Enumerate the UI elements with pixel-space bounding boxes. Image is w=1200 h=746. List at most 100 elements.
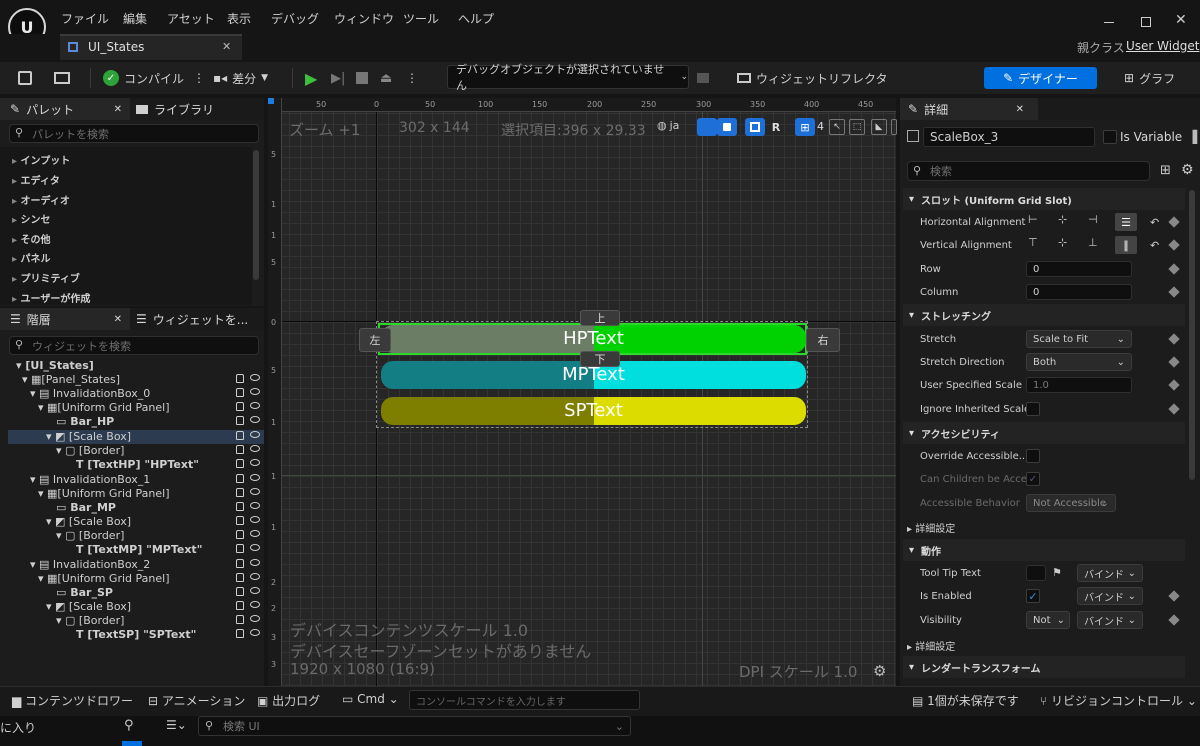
debug-browse-button[interactable] — [697, 66, 709, 90]
animation-button[interactable]: ⊟ アニメーション — [148, 692, 245, 709]
compile-button[interactable]: ✓ コンパイル ⋮ — [103, 66, 205, 90]
lock-icon[interactable] — [236, 573, 244, 582]
is-enabled-checkbox[interactable]: ✓ — [1026, 589, 1040, 603]
advanced-section-toggle[interactable]: ▸ 詳細設定 — [907, 638, 955, 653]
anchor-right-button[interactable]: 右 — [806, 328, 840, 352]
eye-icon[interactable] — [250, 474, 260, 481]
v-align-fill-button[interactable]: ∥ — [1115, 236, 1137, 254]
tree-item[interactable]: ▾ ◩ [Scale Box] — [8, 515, 264, 529]
v-align-bottom-button[interactable]: ⊥ — [1088, 236, 1110, 254]
console-input[interactable]: コンソールコマンドを入力します — [409, 690, 640, 710]
eye-icon[interactable] — [250, 416, 260, 423]
eye-icon[interactable] — [250, 587, 260, 594]
tree-item[interactable]: ▾ ◩ [Scale Box] — [8, 600, 264, 614]
table-view-icon[interactable]: ⊞ — [1160, 163, 1171, 178]
content-search-input[interactable]: ⚲ 検索 UI ⌄ — [198, 716, 631, 736]
lock-icon[interactable] — [236, 587, 244, 596]
tree-item[interactable]: ▭ Bar_HP — [8, 415, 264, 429]
lock-icon[interactable] — [236, 474, 244, 483]
lock-icon[interactable] — [236, 488, 244, 497]
tree-item[interactable]: ▾ ▢ [Border] — [8, 529, 264, 543]
eye-icon[interactable] — [250, 530, 260, 537]
stretch-direction-dropdown[interactable]: Both ⌄ — [1026, 353, 1132, 371]
ignore-scale-checkbox[interactable] — [1026, 402, 1040, 416]
lock-icon[interactable] — [236, 459, 244, 468]
hp-bar[interactable]: HPText — [381, 325, 806, 353]
step-button[interactable]: ▶| — [331, 66, 345, 90]
fill-screen-button[interactable]: ⬚ — [849, 119, 865, 135]
grid-snap-value[interactable]: 4 — [817, 120, 824, 133]
eye-icon[interactable] — [250, 502, 260, 509]
tooltip-input[interactable] — [1026, 565, 1046, 581]
eye-icon[interactable] — [250, 445, 260, 452]
anchor-bottom-button[interactable]: 下 — [580, 351, 620, 367]
menu-edit[interactable]: 編集 — [123, 10, 147, 27]
eye-icon[interactable] — [250, 601, 260, 608]
settings-gear-icon[interactable]: ⚙ — [1181, 162, 1194, 178]
eye-icon[interactable] — [250, 374, 260, 381]
eye-icon[interactable] — [250, 516, 260, 523]
lock-icon[interactable] — [236, 544, 244, 553]
tooltip-bind-dropdown[interactable]: バインド ⌄ — [1077, 564, 1143, 582]
tab-library[interactable]: ライブラリ — [136, 98, 214, 120]
graph-button[interactable]: ⊞ グラフ — [1124, 66, 1175, 90]
lock-icon[interactable] — [236, 416, 244, 425]
details-scrollbar[interactable] — [1189, 190, 1195, 480]
accessibility-section-header[interactable]: ▾ アクセシビリティ — [903, 422, 1185, 444]
respect-locks-button[interactable]: R — [768, 118, 784, 136]
reset-icon[interactable]: ↶ — [1150, 239, 1159, 252]
flag-icon[interactable]: ⚑ — [1052, 566, 1062, 579]
render-transform-section-header[interactable]: ▾ レンダートランスフォーム — [903, 656, 1185, 678]
lock-icon[interactable] — [236, 516, 244, 525]
tab-palette[interactable]: ✎ パレット ✕ — [0, 98, 130, 120]
slot-section-header[interactable]: ▾ スロット (Uniform Grid Slot) — [903, 188, 1185, 210]
tree-item[interactable]: ▾ ▢ [Border] — [8, 444, 264, 458]
compile-options-icon[interactable]: ⋮ — [193, 71, 205, 85]
lock-icon[interactable] — [236, 402, 244, 411]
dashed-outline-button[interactable] — [697, 118, 717, 136]
palette-category[interactable]: ▸ パネル — [12, 250, 51, 265]
lock-toggle-button[interactable] — [717, 118, 737, 136]
lock-icon[interactable] — [236, 502, 244, 511]
close-window-icon[interactable]: ✕ — [1175, 12, 1187, 28]
advanced-section-toggle[interactable]: ▸ 詳細設定 — [907, 520, 955, 535]
tree-item[interactable]: T [TextSP] "SPText" — [8, 628, 264, 642]
user-scale-input[interactable]: 1.0 — [1026, 377, 1132, 393]
visibility-dropdown[interactable]: Not ⌄ — [1026, 611, 1070, 629]
content-drawer-button[interactable]: ▆ コンテンツドロワー — [12, 692, 133, 709]
unsaved-assets-button[interactable]: ▤ 1個が未保存です — [912, 692, 1019, 709]
anchor-top-button[interactable]: 上 — [580, 310, 620, 326]
tree-item[interactable]: ▾ ▤ InvalidationBox_1 — [8, 473, 264, 487]
revision-control-button[interactable]: ⑂ リビジョンコントロール ⌄ — [1040, 692, 1197, 709]
lock-icon[interactable] — [236, 615, 244, 624]
maximize-icon[interactable] — [1141, 17, 1151, 27]
tree-item[interactable]: T [TextHP] "HPText" — [8, 458, 264, 472]
palette-category[interactable]: ▸ プリミティブ — [12, 270, 80, 285]
menu-asset[interactable]: アセット — [167, 10, 215, 27]
h-align-center-button[interactable]: ⊹ — [1058, 213, 1080, 231]
toolbar-more-button[interactable] — [891, 119, 897, 135]
tab-details[interactable]: ✎ 詳細 ✕ — [900, 98, 1038, 120]
tree-item[interactable]: ▾ ▢ [Border] — [8, 614, 264, 628]
close-tab-icon[interactable]: ✕ — [1016, 104, 1024, 115]
eye-icon[interactable] — [250, 559, 260, 566]
stretching-section-header[interactable]: ▾ ストレッチング — [903, 304, 1185, 326]
behavior-section-header[interactable]: ▾ 動作 — [903, 539, 1185, 561]
eye-icon[interactable] — [250, 402, 260, 409]
menu-help[interactable]: ヘルプ — [458, 10, 494, 27]
lock-icon[interactable] — [236, 601, 244, 610]
lock-icon[interactable] — [236, 530, 244, 539]
lock-icon[interactable] — [236, 559, 244, 568]
lock-icon[interactable] — [236, 374, 244, 383]
hierarchy-search-input[interactable]: ⚲ ウィジェットを検索 — [9, 336, 259, 355]
is-enabled-bind-dropdown[interactable]: バインド ⌄ — [1077, 587, 1143, 605]
column-input[interactable]: 0 — [1026, 284, 1132, 300]
palette-category[interactable]: ▸ その他 — [12, 231, 51, 246]
tree-item[interactable]: ▾ ▦[Uniform Grid Panel] — [8, 487, 264, 501]
lock-icon[interactable] — [236, 445, 244, 454]
eye-icon[interactable] — [250, 615, 260, 622]
eye-icon[interactable] — [250, 573, 260, 580]
eye-icon[interactable] — [250, 488, 260, 495]
eye-icon[interactable] — [250, 544, 260, 551]
lock-icon[interactable] — [236, 431, 244, 440]
